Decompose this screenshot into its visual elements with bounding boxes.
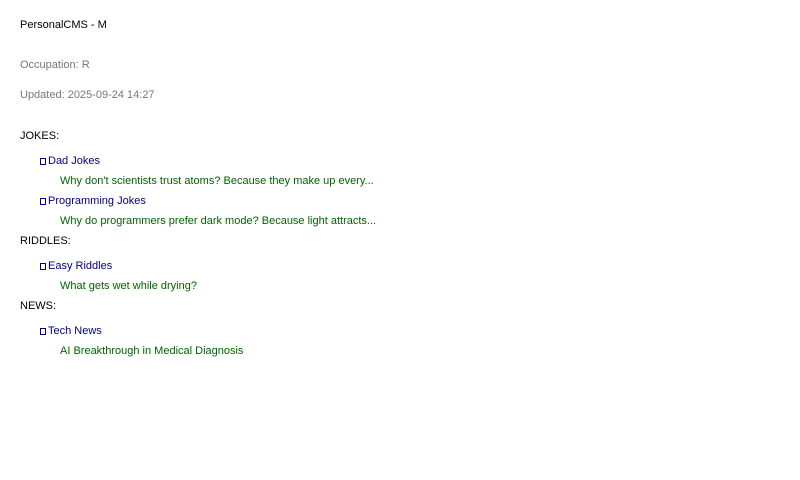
list-item[interactable]: AI Breakthrough in Medical Diagnosis <box>20 344 760 359</box>
folder-icon <box>40 158 46 165</box>
occupation-text: Occupation: R <box>20 59 90 71</box>
category-label: Easy Riddles <box>48 260 113 272</box>
category-label: Dad Jokes <box>48 155 100 167</box>
category-label: Programming Jokes <box>48 195 146 207</box>
category-programming-jokes[interactable]: Programming Jokes <box>20 194 760 209</box>
category-easy-riddles[interactable]: Easy Riddles <box>20 259 760 274</box>
folder-icon <box>40 263 46 270</box>
app-window: PersonalCMS - M Occupation: R Updated: 2… <box>20 0 780 480</box>
category-dad-jokes[interactable]: Dad Jokes <box>20 154 760 169</box>
list-item[interactable]: What gets wet while drying? <box>20 279 760 294</box>
category-tech-news[interactable]: Tech News <box>20 324 760 339</box>
section-header-jokes: JOKES: <box>20 130 60 142</box>
content-tree: JOKES: Dad Jokes Why don't scientists tr… <box>20 129 760 359</box>
section-header-riddles: RIDDLES: <box>20 235 71 247</box>
section-header-news: NEWS: <box>20 300 57 312</box>
app-title: PersonalCMS - M <box>20 19 107 31</box>
list-item[interactable]: Why do programmers prefer dark mode? Bec… <box>20 214 760 229</box>
list-item[interactable]: Why don't scientists trust atoms? Becaus… <box>20 174 760 189</box>
category-label: Tech News <box>48 325 102 337</box>
folder-icon <box>40 328 46 335</box>
folder-icon <box>40 198 46 205</box>
updated-timestamp: Updated: 2025-09-24 14:27 <box>20 89 155 101</box>
